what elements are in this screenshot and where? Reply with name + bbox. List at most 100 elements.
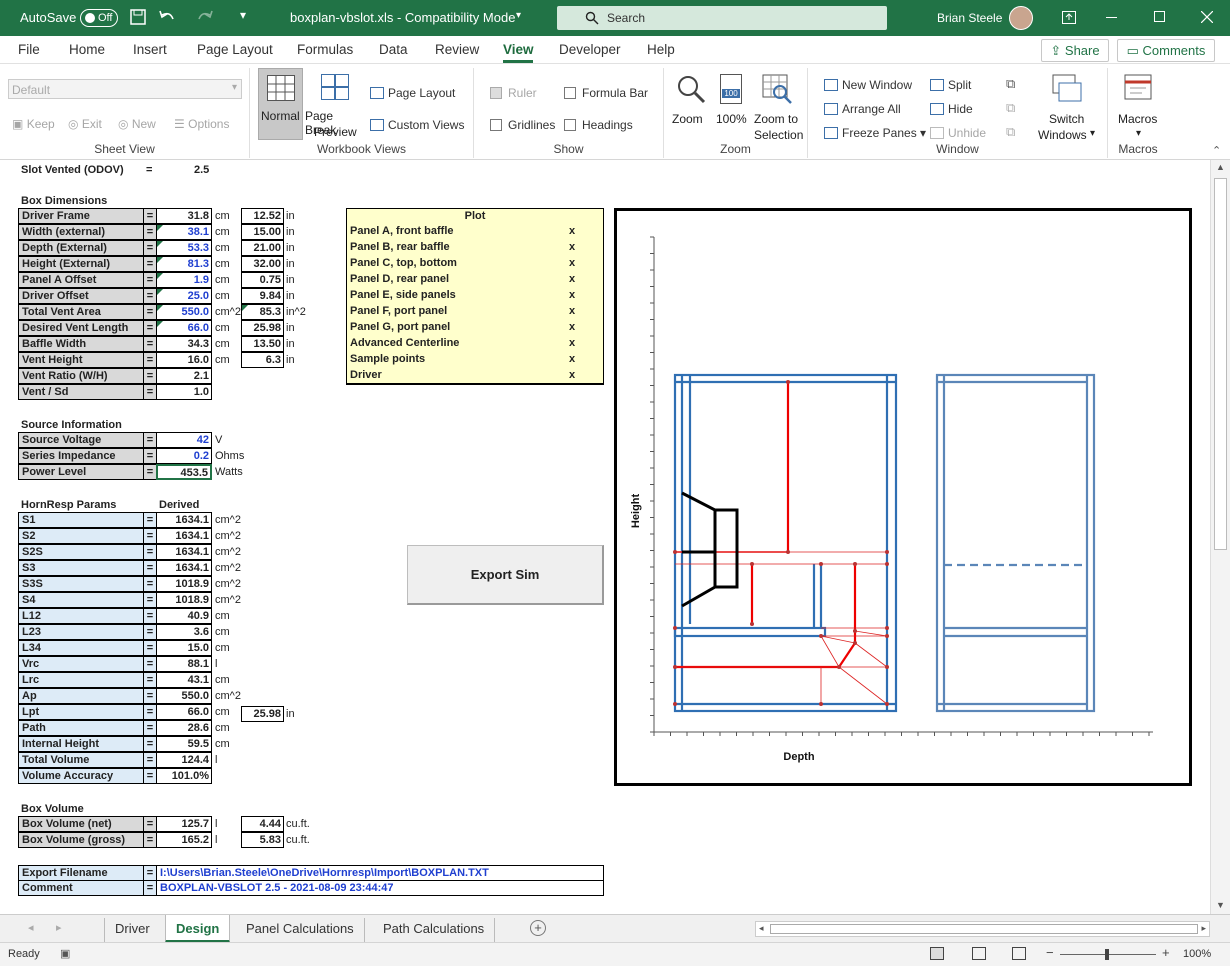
plot-row[interactable]: Panel B, rear baffle x — [346, 240, 604, 256]
volume-value[interactable]: 165.2 — [156, 832, 212, 848]
sheet-tab-driver[interactable]: Driver — [104, 918, 160, 942]
page-break-preview-button[interactable]: Page Break Preview — [305, 70, 365, 142]
new-button[interactable]: ◎ New — [118, 117, 156, 131]
plot-item-mark[interactable]: x — [569, 240, 575, 254]
hornresp-value[interactable]: 59.5 — [156, 736, 212, 752]
zoom-slider[interactable] — [1060, 949, 1156, 960]
source-value[interactable]: 453.5 — [156, 464, 212, 480]
page-layout-status-icon[interactable] — [972, 947, 986, 960]
scroll-thumb[interactable] — [1214, 178, 1227, 550]
hornresp-value[interactable]: 15.0 — [156, 640, 212, 656]
sheet-tab-design[interactable]: Design — [165, 915, 231, 943]
tab-help[interactable]: Help — [647, 42, 675, 57]
box-plan-drawing[interactable]: Height Depth — [614, 208, 1192, 786]
zoom-100-button[interactable]: 100 100% — [714, 70, 750, 130]
plot-row[interactable]: Panel F, port panel x — [346, 304, 604, 320]
lpt-in-value[interactable]: 25.98 — [241, 706, 284, 722]
scroll-right-icon[interactable]: ▸ — [1201, 923, 1206, 934]
plot-item-mark[interactable]: x — [569, 288, 575, 302]
tab-formulas[interactable]: Formulas — [297, 42, 353, 57]
tab-insert[interactable]: Insert — [133, 42, 167, 57]
hornresp-value[interactable]: 1634.1 — [156, 544, 212, 560]
split-button[interactable]: Split — [930, 78, 971, 92]
dim-value[interactable]: 53.3 — [156, 240, 212, 256]
dim-value-in[interactable]: 21.00 — [241, 240, 284, 256]
hornresp-value[interactable]: 101.0% — [156, 768, 212, 784]
plot-item-mark[interactable]: x — [569, 272, 575, 286]
plot-item-mark[interactable]: x — [569, 336, 575, 350]
plot-row[interactable]: Panel A, front baffle x — [346, 224, 604, 240]
dim-value-in[interactable]: 15.00 — [241, 224, 284, 240]
redo-icon[interactable] — [196, 9, 214, 25]
plot-row[interactable]: Panel D, rear panel x — [346, 272, 604, 288]
hornresp-value[interactable]: 40.9 — [156, 608, 212, 624]
dim-value-in[interactable]: 9.84 — [241, 288, 284, 304]
collapse-ribbon-icon[interactable]: ⌃ — [1212, 144, 1221, 157]
zoom-out-icon[interactable]: − — [1046, 945, 1054, 960]
new-window-button[interactable]: New Window — [824, 78, 912, 92]
worksheet[interactable]: Slot Vented (ODOV) = 2.5 Box Dimensions … — [0, 160, 1210, 914]
share-button[interactable]: ⇪ Share — [1041, 39, 1109, 62]
search-box[interactable]: Search — [557, 6, 887, 30]
exit-button[interactable]: ◎ Exit — [68, 117, 102, 131]
plot-row[interactable]: Driver x — [346, 368, 604, 384]
source-value[interactable]: 42 — [156, 432, 212, 448]
export-sim-button[interactable]: Export Sim — [407, 545, 604, 605]
tab-file[interactable]: File — [18, 42, 40, 57]
zoom-slider-thumb[interactable] — [1105, 949, 1109, 960]
minimize-icon[interactable] — [1106, 17, 1117, 18]
keep-button[interactable]: ▣ Keep — [12, 117, 55, 131]
dim-value[interactable]: 34.3 — [156, 336, 212, 352]
scroll-left-icon[interactable]: ◂ — [759, 923, 764, 934]
plot-item-mark[interactable]: x — [569, 224, 575, 238]
page-break-status-icon[interactable] — [1012, 947, 1026, 960]
maximize-icon[interactable] — [1154, 11, 1165, 22]
tab-view[interactable]: View — [503, 42, 534, 57]
normal-view-status-icon[interactable] — [930, 947, 944, 960]
hscroll-thumb[interactable] — [770, 924, 1198, 934]
page-layout-view-button[interactable]: Page Layout — [370, 86, 455, 100]
hide-button[interactable]: Hide — [930, 102, 973, 116]
tab-home[interactable]: Home — [69, 42, 105, 57]
custom-views-button[interactable]: Custom Views — [370, 118, 464, 132]
vertical-scrollbar[interactable]: ▲ ▼ — [1210, 160, 1230, 914]
arrange-all-button[interactable]: Arrange All — [824, 102, 901, 116]
formula-bar-checkbox[interactable]: Formula Bar — [564, 86, 648, 100]
sheet-tab-panel-calculations[interactable]: Panel Calculations — [236, 918, 365, 942]
plot-item-mark[interactable]: x — [569, 352, 575, 366]
autosave-toggle[interactable]: Off — [80, 9, 118, 27]
plot-item-mark[interactable]: x — [569, 320, 575, 334]
dim-value[interactable]: 66.0 — [156, 320, 212, 336]
dim-value[interactable]: 81.3 — [156, 256, 212, 272]
headings-checkbox[interactable]: Headings — [564, 118, 633, 132]
close-icon[interactable] — [1201, 11, 1213, 23]
next-sheet-icon[interactable]: ▸ — [56, 921, 62, 934]
comments-button[interactable]: ▭ Comments — [1117, 39, 1215, 62]
zoom-button[interactable]: Zoom — [670, 70, 710, 130]
customize-qat-icon[interactable]: ▾ — [240, 8, 246, 22]
sheet-view-dropdown[interactable]: Default ▾ — [8, 79, 242, 99]
ruler-checkbox[interactable]: Ruler — [490, 86, 537, 100]
hornresp-value[interactable]: 1018.9 — [156, 592, 212, 608]
volume-value-cuft[interactable]: 4.44 — [241, 816, 284, 832]
dim-value[interactable]: 31.8 — [156, 208, 212, 224]
tab-page-layout[interactable]: Page Layout — [197, 42, 273, 57]
tab-developer[interactable]: Developer — [559, 42, 621, 57]
switch-windows-button[interactable]: Switch Windows ▾ — [1038, 70, 1098, 142]
freeze-panes-button[interactable]: Freeze Panes ▾ — [824, 126, 926, 140]
dim-value[interactable]: 2.1 — [156, 368, 212, 384]
title-dropdown-icon[interactable]: ▾ — [516, 10, 521, 21]
plot-item-mark[interactable]: x — [569, 368, 575, 382]
hornresp-value[interactable]: 550.0 — [156, 688, 212, 704]
sheet-tab-path-calculations[interactable]: Path Calculations — [373, 918, 496, 942]
plot-item-mark[interactable]: x — [569, 256, 575, 270]
scroll-down-icon[interactable]: ▼ — [1216, 900, 1225, 910]
volume-value-cuft[interactable]: 5.83 — [241, 832, 284, 848]
reset-position-icon[interactable]: ⧉ — [1006, 124, 1015, 140]
ribbon-display-icon[interactable] — [1062, 11, 1076, 24]
prev-sheet-icon[interactable]: ◂ — [28, 921, 34, 934]
save-icon[interactable] — [130, 9, 146, 25]
hornresp-value[interactable]: 1634.1 — [156, 560, 212, 576]
zoom-to-selection-button[interactable]: Zoom to Selection — [752, 70, 808, 142]
dim-value-in[interactable]: 13.50 — [241, 336, 284, 352]
